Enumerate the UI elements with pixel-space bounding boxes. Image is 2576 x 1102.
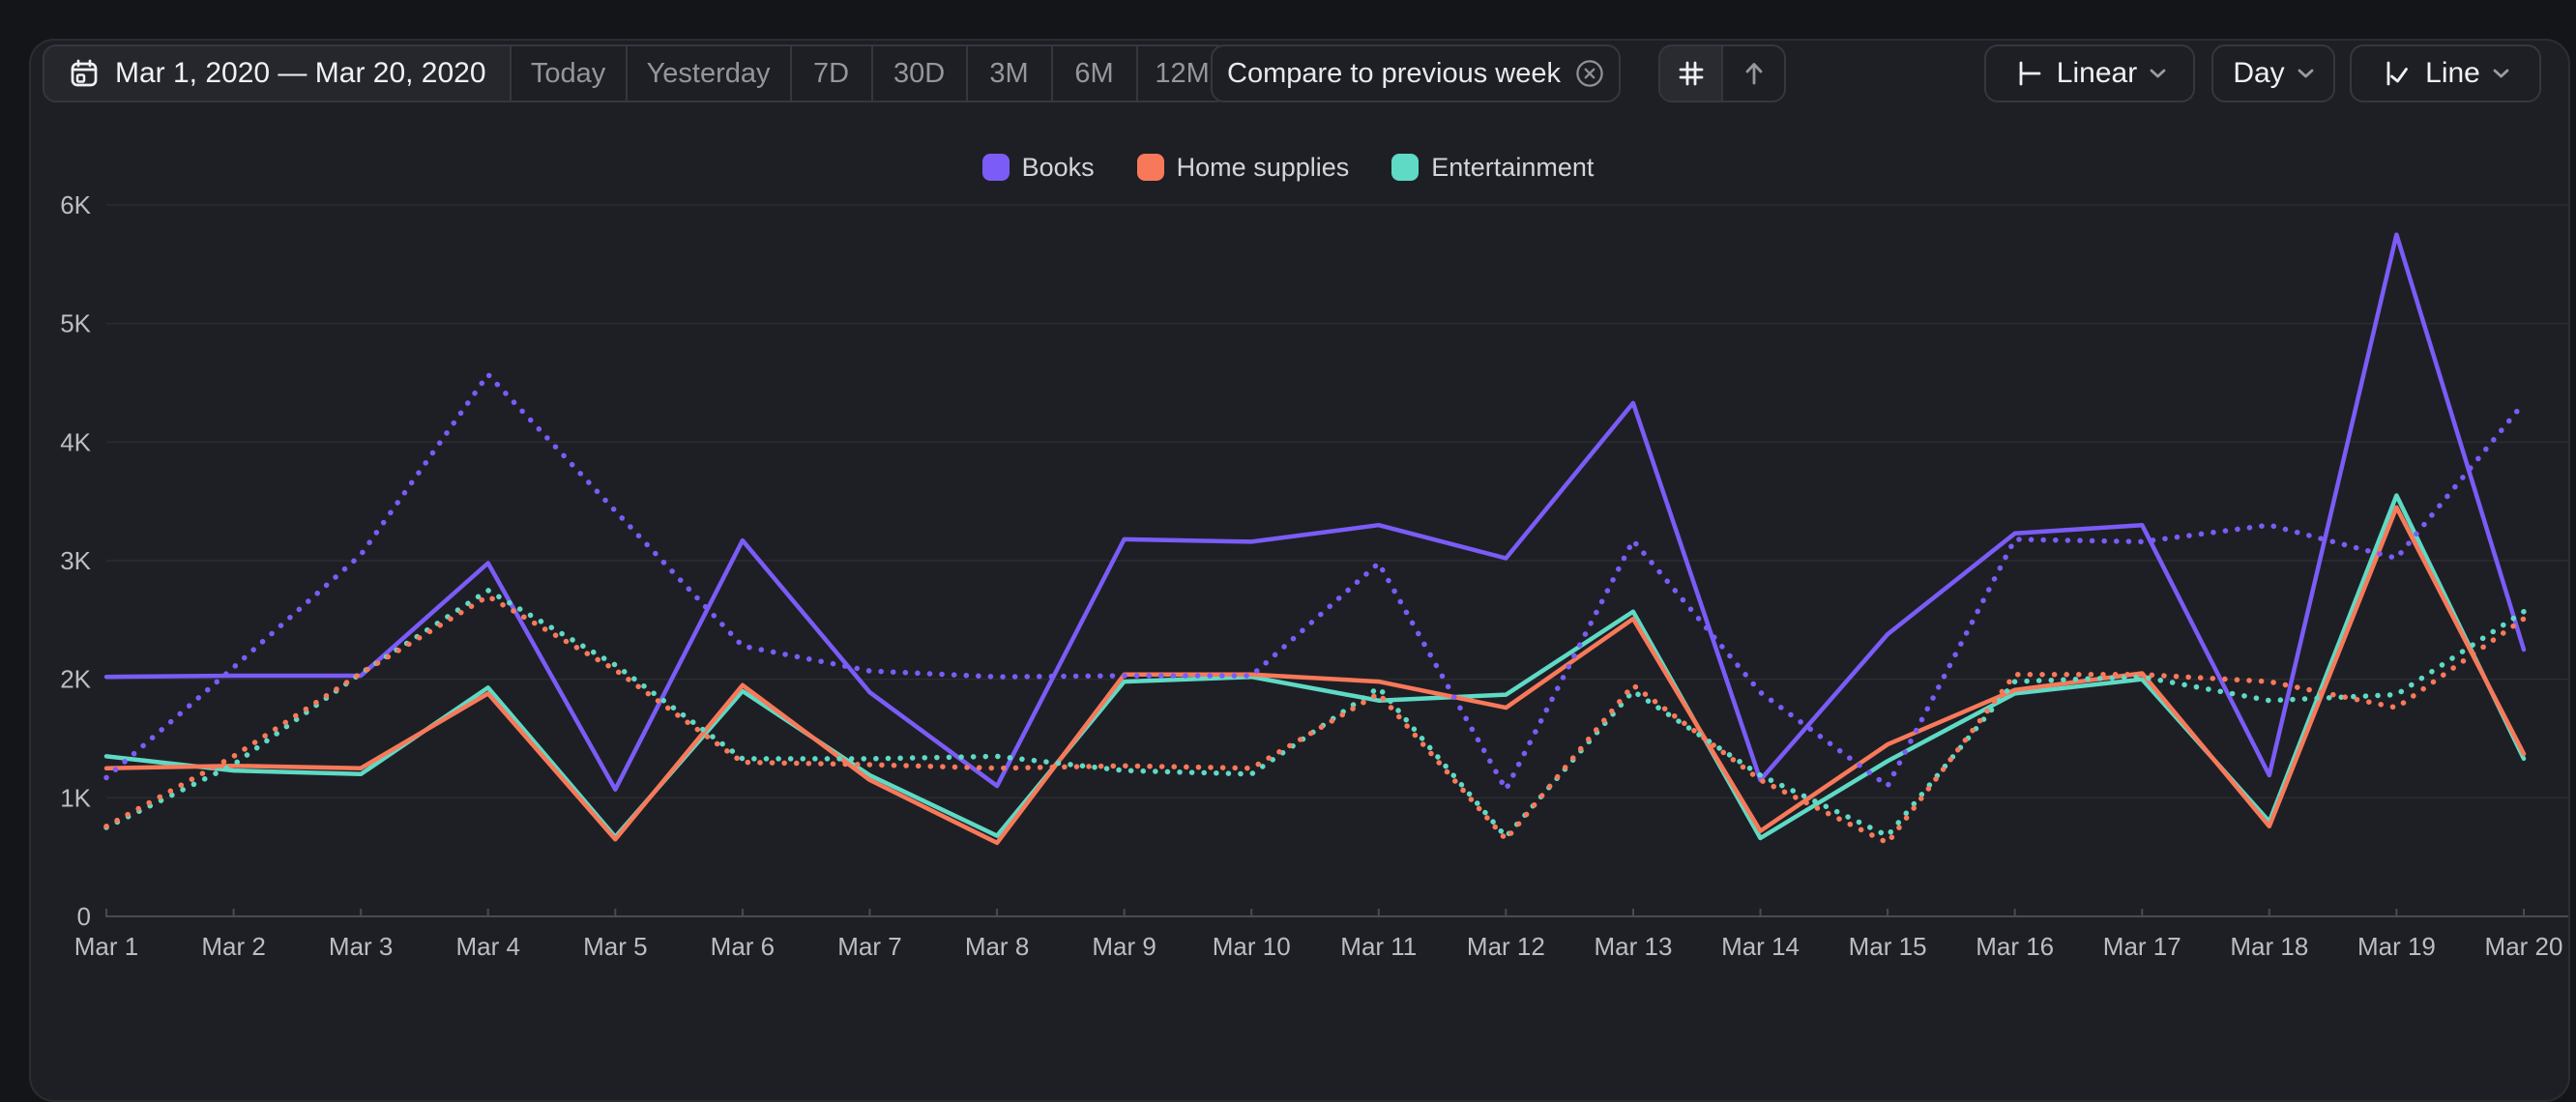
linear-scale-icon [2013, 58, 2044, 89]
preset-today[interactable]: Today [510, 46, 626, 101]
preset-yesterday[interactable]: Yesterday [626, 46, 790, 101]
x-axis-label: Mar 18 [2230, 932, 2308, 961]
series-line-entertainment[interactable] [106, 496, 2524, 839]
x-axis-label: Mar 4 [456, 932, 520, 961]
arrow-up-icon [1739, 58, 1770, 89]
compare-chip[interactable]: Compare to previous week [1211, 44, 1621, 102]
x-axis-label: Mar 15 [1849, 932, 1927, 961]
date-range-label: Mar 1, 2020 — Mar 20, 2020 [115, 57, 486, 90]
x-axis-label: Mar 20 [2485, 932, 2563, 961]
preset-30d[interactable]: 30D [871, 46, 966, 101]
preset-3m[interactable]: 3M [966, 46, 1051, 101]
compare-chip-label: Compare to previous week [1227, 58, 1561, 90]
date-range-group: Mar 1, 2020 — Mar 20, 2020 Today Yesterd… [43, 44, 1229, 102]
x-axis-label: Mar 12 [1467, 932, 1545, 961]
dismiss-compare-icon[interactable] [1575, 59, 1604, 88]
chevron-down-icon [2493, 69, 2509, 78]
series-line-entertainment-previous-week[interactable] [106, 591, 2524, 837]
x-axis-label: Mar 9 [1092, 932, 1156, 961]
x-axis-label: Mar 19 [2357, 932, 2436, 961]
scale-dropdown-label: Linear [2057, 57, 2137, 90]
x-axis-label: Mar 1 [74, 932, 138, 961]
calendar-icon [68, 57, 101, 90]
series-line-home-supplies[interactable] [106, 508, 2524, 843]
y-axis-label: 6K [60, 190, 91, 219]
x-axis-label: Mar 11 [1340, 932, 1417, 961]
chevron-down-icon [2298, 69, 2314, 78]
y-axis-label: 0 [77, 902, 91, 931]
x-axis-label: Mar 10 [1213, 932, 1291, 961]
legend-label: Books [1022, 151, 1095, 184]
line-chart-icon [2382, 58, 2413, 89]
entertainment-swatch [1391, 154, 1419, 181]
export-button[interactable] [1721, 46, 1784, 101]
legend-item-entertainment[interactable]: Entertainment [1391, 151, 1594, 184]
legend-label: Home supplies [1177, 151, 1350, 184]
granularity-dropdown-label: Day [2233, 57, 2284, 90]
legend-item-home-supplies[interactable]: Home supplies [1137, 151, 1350, 184]
scale-dropdown[interactable]: Linear [1984, 44, 2195, 102]
x-axis-label: Mar 5 [583, 932, 647, 961]
date-range-button[interactable]: Mar 1, 2020 — Mar 20, 2020 [44, 46, 510, 101]
chart-options-group [1658, 44, 1786, 102]
x-axis-label: Mar 8 [965, 932, 1029, 961]
x-axis-label: Mar 7 [837, 932, 901, 961]
x-axis-label: Mar 17 [2103, 932, 2181, 961]
x-axis-label: Mar 6 [711, 932, 775, 961]
chevron-down-icon [2150, 69, 2166, 78]
chart-type-dropdown-label: Line [2425, 57, 2480, 90]
x-axis-label: Mar 2 [201, 932, 265, 961]
legend-label: Entertainment [1431, 151, 1594, 184]
x-axis-label: Mar 16 [1976, 932, 2054, 961]
preset-6m[interactable]: 6M [1051, 46, 1136, 101]
y-axis-label: 1K [60, 783, 91, 812]
series-line-home-supplies-previous-week[interactable] [106, 596, 2524, 843]
y-axis-label: 3K [60, 546, 91, 575]
chart-type-dropdown[interactable]: Line [2350, 44, 2541, 102]
grid-icon [1676, 58, 1707, 89]
grid-toggle-button[interactable] [1660, 46, 1721, 101]
books-swatch [982, 154, 1010, 181]
preset-7d[interactable]: 7D [790, 46, 871, 101]
x-axis-label: Mar 13 [1594, 932, 1672, 961]
home-supplies-swatch [1137, 154, 1164, 181]
granularity-dropdown[interactable]: Day [2211, 44, 2335, 102]
y-axis-label: 4K [60, 427, 91, 456]
chart-legend: Books Home supplies Entertainment [0, 151, 2576, 184]
legend-item-books[interactable]: Books [982, 151, 1095, 184]
y-axis-label: 2K [60, 665, 91, 694]
y-axis-label: 5K [60, 309, 91, 338]
x-axis-label: Mar 14 [1721, 932, 1800, 961]
x-axis-label: Mar 3 [329, 932, 393, 961]
